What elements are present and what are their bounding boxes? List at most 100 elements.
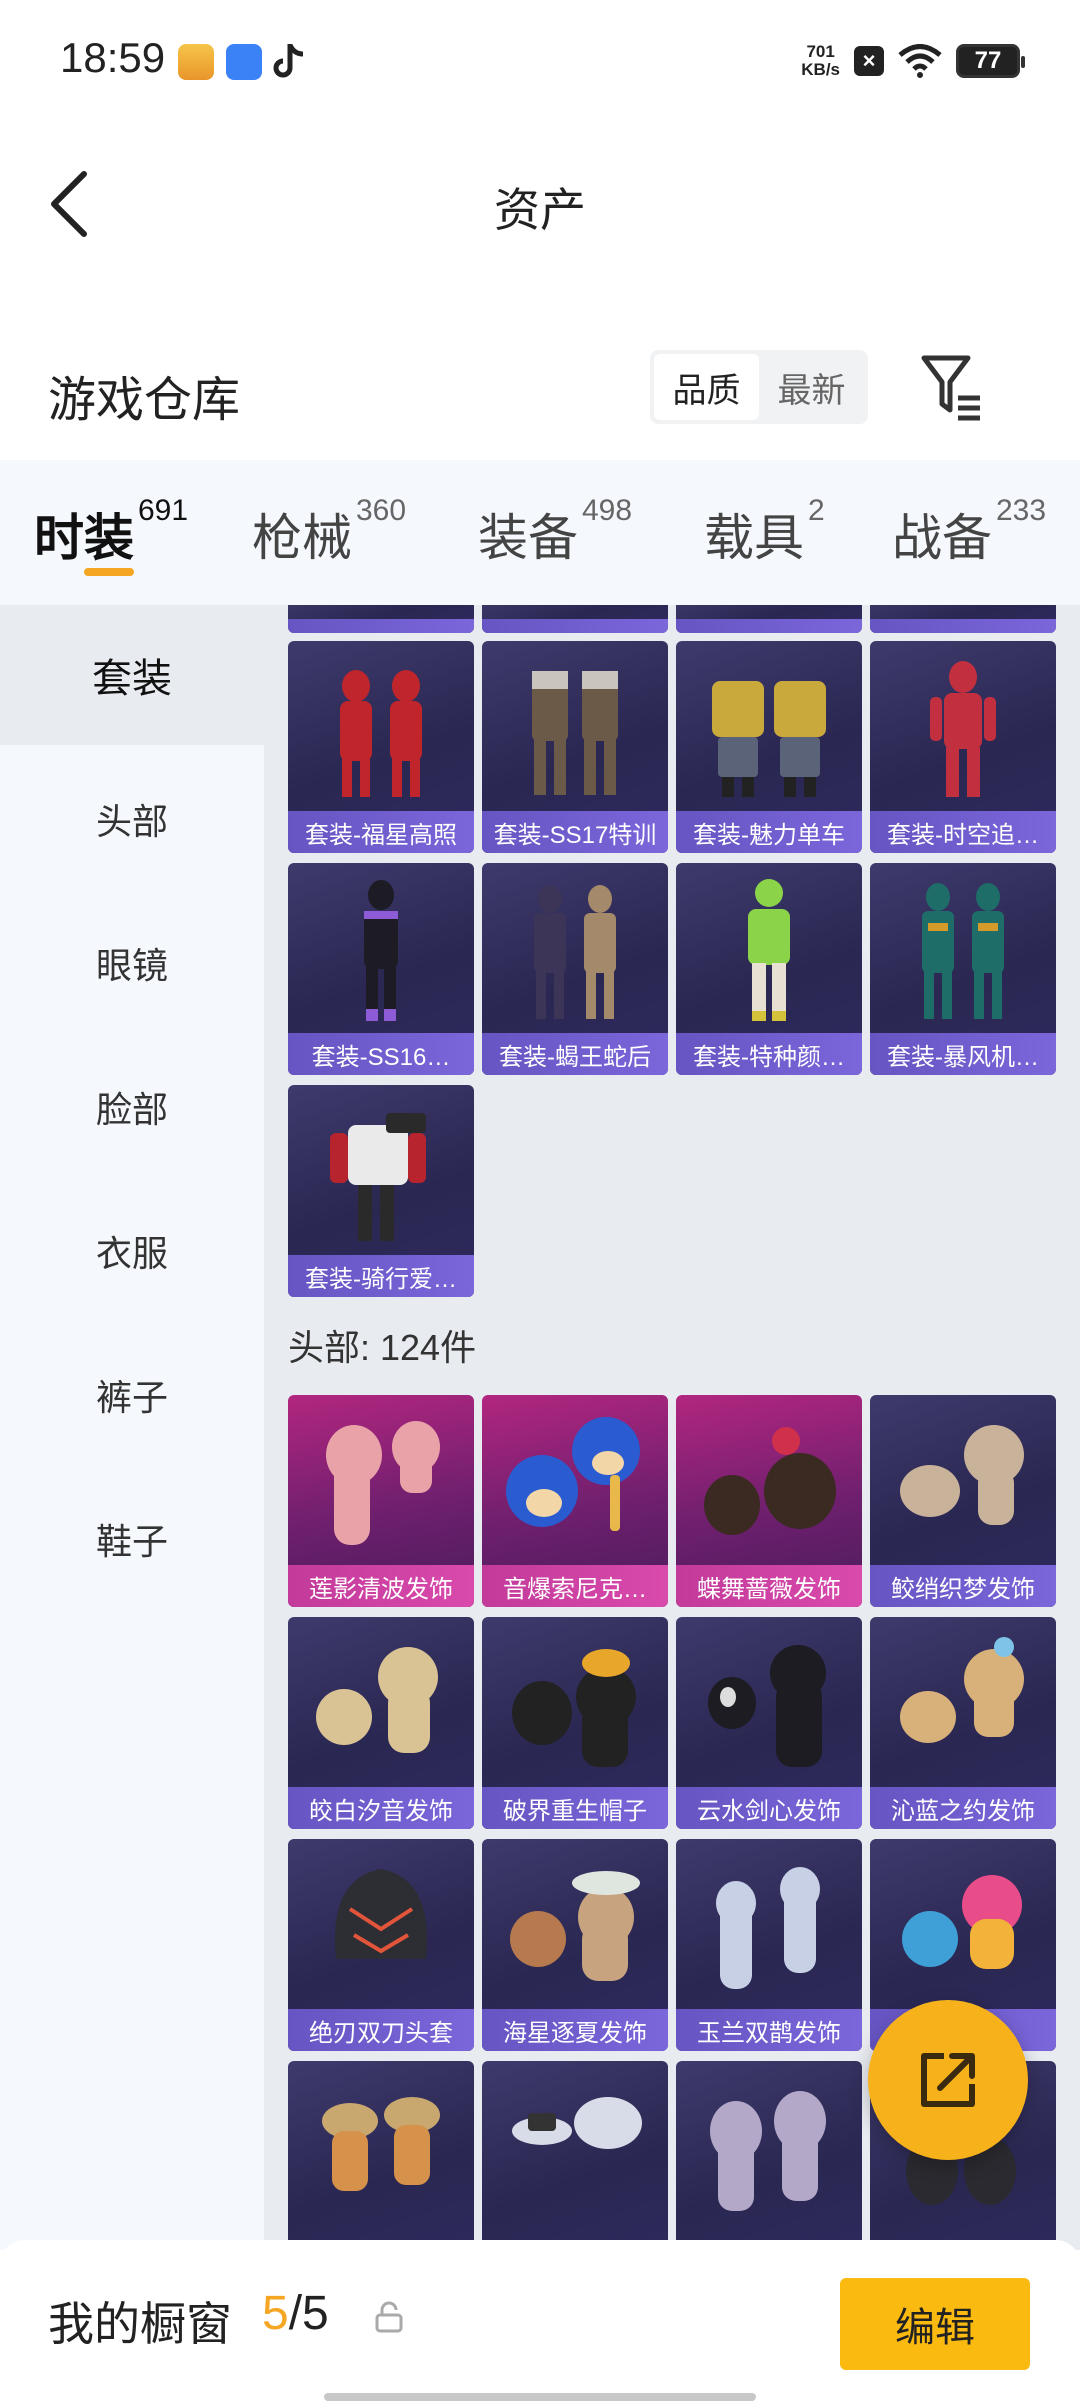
item-name: 云水剑心发饰 (676, 1787, 862, 1829)
item-card[interactable]: 套装-SS16… (288, 863, 474, 1075)
item-name: 套装-SS16… (288, 1033, 474, 1075)
showcase-title: 我的橱窗 (48, 2298, 232, 2350)
item-card[interactable]: 套装-暴风机… (870, 863, 1056, 1075)
item-card-partial[interactable] (676, 605, 862, 633)
share-button[interactable] (868, 2000, 1028, 2160)
item-card[interactable] (676, 2061, 862, 2250)
hair-accessory-icon (708, 1645, 826, 1767)
item-card[interactable]: 套装-时空追… (870, 641, 1056, 853)
item-name: 套装-暴风机… (870, 1033, 1056, 1075)
sidebar-item-head[interactable]: 头部 (0, 749, 264, 889)
lock-icon (375, 2301, 403, 2333)
item-card[interactable] (482, 2061, 668, 2250)
suit-figure-icon (930, 661, 996, 797)
item-card[interactable]: 套装-魅力单车 (676, 641, 862, 853)
page-title: 资产 (494, 184, 586, 236)
category-tabs: 时装 691 枪械 360 装备 498 载具 2 战备 233 (0, 460, 1080, 605)
suit-figure-icon (922, 883, 1004, 1019)
showcase-count: 5/5 (262, 2286, 329, 2341)
hair-accessory-icon (710, 2091, 826, 2211)
status-bar: 18:59 701 KB/s × 77 (0, 0, 1080, 120)
sidebar-item-face[interactable]: 脸部 (0, 1037, 264, 1177)
battery-icon: 77 (956, 44, 1025, 78)
item-name: 玉兰双鹊发饰 (676, 2009, 862, 2051)
sidebar-item-clothes[interactable]: 衣服 (0, 1181, 264, 1321)
tab-vehicles[interactable]: 载具 2 (704, 494, 825, 570)
sidebar-item-glasses[interactable]: 眼镜 (0, 893, 264, 1033)
item-card-partial[interactable] (870, 605, 1056, 633)
sidebar-item-shoes[interactable]: 鞋子 (0, 1469, 264, 1609)
hair-accessory-icon (900, 1425, 1024, 1525)
item-card[interactable] (288, 2061, 474, 2250)
suit-figure-icon (748, 879, 790, 1021)
browser-notification-icon (226, 44, 262, 80)
item-name: 音爆索尼克… (482, 1565, 668, 1607)
item-card[interactable]: 云水剑心发饰 (676, 1617, 862, 1829)
item-card[interactable]: 皎白汐音发饰 (288, 1617, 474, 1829)
tab-count: 2 (808, 494, 825, 527)
tab-supplies[interactable]: 战备 233 (892, 494, 1046, 570)
item-card[interactable]: 莲影清波发饰 (288, 1395, 474, 1607)
item-card[interactable]: 海星逐夏发饰 (482, 1839, 668, 2051)
tab-fashion[interactable]: 时装 691 (34, 494, 188, 570)
suit-figure-icon (534, 885, 616, 1019)
showcase-bar: 我的橱窗 5/5 编辑 (0, 2240, 1080, 2408)
item-card[interactable]: 套装-蝎王蛇后 (482, 863, 668, 1075)
item-name: 鲛绡织梦发饰 (870, 1565, 1056, 1607)
close-notification-icon: × (854, 46, 884, 76)
item-name: 莲影清波发饰 (288, 1565, 474, 1607)
sort-quality-button[interactable]: 品质 (654, 354, 759, 420)
tab-count: 233 (996, 494, 1047, 527)
item-card-partial[interactable] (482, 605, 668, 633)
item-card[interactable]: 套装-特种颜… (676, 863, 862, 1075)
suit-figure-icon (340, 670, 422, 797)
item-card[interactable]: 破界重生帽子 (482, 1617, 668, 1829)
app-notification-icon (178, 44, 214, 80)
tab-label: 枪械 (252, 510, 352, 566)
sort-toggle: 品质 最新 (650, 350, 868, 424)
item-card[interactable]: 玉兰双鹊发饰 (676, 1839, 862, 2051)
sidebar-item-suits[interactable]: 套装 (0, 605, 264, 745)
tiktok-icon (273, 43, 304, 78)
item-card[interactable]: 套装-福星高照 (288, 641, 474, 853)
item-name: 套装-骑行爱… (288, 1255, 474, 1297)
hair-accessory-icon (902, 1875, 1022, 1969)
item-name: 套装-蝎王蛇后 (482, 1033, 668, 1075)
item-card[interactable]: 鲛绡织梦发饰 (870, 1395, 1056, 1607)
item-card-partial[interactable] (288, 605, 474, 633)
item-name: 套装-时空追… (870, 811, 1056, 853)
clock: 18:59 (60, 34, 166, 81)
item-card[interactable]: 音爆索尼克… (482, 1395, 668, 1607)
sidebar-item-pants[interactable]: 裤子 (0, 1325, 264, 1465)
item-card[interactable]: 套装-骑行爱… (288, 1085, 474, 1297)
section-title-head: 头部: 124件 (288, 1327, 477, 1368)
item-card[interactable]: 套装-SS17特训 (482, 641, 668, 853)
filter-icon[interactable] (920, 352, 984, 422)
tab-label: 时装 (34, 510, 134, 566)
item-name: 套装-魅力单车 (676, 811, 862, 853)
item-card[interactable]: 蝶舞蔷薇发饰 (676, 1395, 862, 1607)
showcase-used: 5 (262, 2287, 289, 2340)
item-card[interactable]: 沁蓝之约发饰 (870, 1617, 1056, 1829)
tab-equipment[interactable]: 装备 498 (478, 494, 632, 570)
sidebar: 套装 头部 眼镜 脸部 衣服 裤子 鞋子 (0, 605, 264, 2250)
item-name: 沁蓝之约发饰 (870, 1787, 1056, 1829)
item-name: 海星逐夏发饰 (482, 2009, 668, 2051)
edit-button[interactable]: 编辑 (840, 2278, 1030, 2370)
speed-unit: KB/s (801, 60, 840, 79)
hair-accessory-icon (704, 1427, 836, 1535)
suit-figure-icon (712, 681, 826, 797)
item-card[interactable]: 绝刃双刀头套 (288, 1839, 474, 2051)
warehouse-title: 游戏仓库 (48, 374, 241, 427)
item-name: 绝刃双刀头套 (288, 2009, 474, 2051)
item-name: 套装-福星高照 (288, 811, 474, 853)
hair-accessory-icon (316, 1647, 438, 1753)
suit-figure-icon (364, 880, 398, 1021)
showcase-total: /5 (288, 2287, 329, 2340)
item-name: 蝶舞蔷薇发饰 (676, 1565, 862, 1607)
tab-guns[interactable]: 枪械 360 (252, 494, 406, 570)
hat-icon (512, 2097, 642, 2149)
tab-count: 691 (138, 494, 189, 527)
tab-label: 装备 (478, 510, 578, 566)
sort-newest-button[interactable]: 最新 (759, 354, 864, 420)
